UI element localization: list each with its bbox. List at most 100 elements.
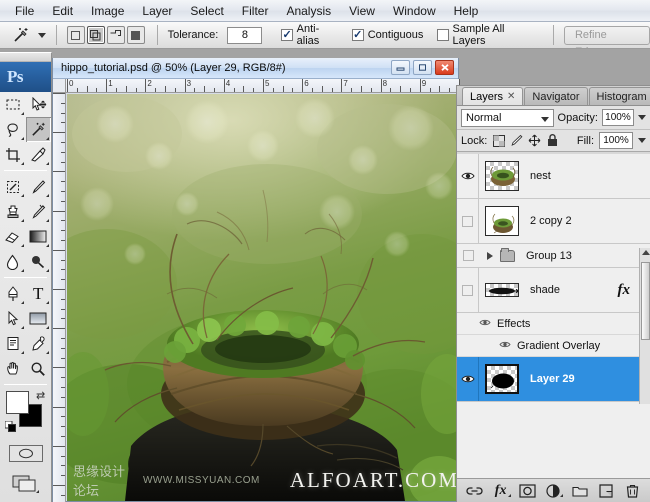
lock-transparent-pixels-icon[interactable] <box>492 134 505 147</box>
sample-all-layers-check-icon[interactable] <box>437 29 449 41</box>
new-selection-button[interactable] <box>66 26 85 44</box>
toolbox-grip[interactable] <box>0 53 51 62</box>
layer-thumbnail-nest[interactable] <box>485 161 519 191</box>
layer-visibility-toggle-layer-29[interactable] <box>457 357 479 401</box>
anti-alias-check-icon[interactable] <box>281 29 293 41</box>
layer-style-fx-icon[interactable]: fx <box>618 282 631 299</box>
quick-mask-icon[interactable] <box>8 445 43 462</box>
hand-tool[interactable] <box>0 356 26 381</box>
document-title-bar[interactable]: hippo_tutorial.psd @ 50% (Layer 29, RGB/… <box>53 58 458 79</box>
layer-thumbnail-2-copy-2[interactable] <box>485 206 519 236</box>
refine-edge-button[interactable]: Refine Edge... <box>563 25 650 58</box>
menu-item-filter[interactable]: Filter <box>233 2 278 20</box>
tolerance-input[interactable]: 8 <box>227 26 263 44</box>
magic-wand-icon[interactable] <box>8 24 34 46</box>
new-fill-adjustment-layer-button[interactable] <box>543 482 564 500</box>
horizontal-ruler[interactable]: 012345678910 <box>66 79 460 93</box>
history-brush-tool[interactable] <box>26 199 52 224</box>
menu-item-help[interactable]: Help <box>445 2 488 20</box>
anti-alias-checkbox[interactable]: Anti-alias <box>281 23 337 47</box>
eraser-tool[interactable] <box>0 224 26 249</box>
layer-visibility-toggle-group-13[interactable] <box>457 244 479 267</box>
menu-item-select[interactable]: Select <box>181 2 232 20</box>
menu-item-image[interactable]: Image <box>82 2 133 20</box>
close-button[interactable] <box>435 60 454 75</box>
layer-visibility-toggle-shade[interactable] <box>457 268 479 312</box>
dodge-tool[interactable] <box>26 249 52 274</box>
add-layer-mask-button[interactable] <box>517 482 537 500</box>
swap-colors-icon[interactable]: ⇄ <box>36 389 45 402</box>
table-row[interactable]: nest <box>457 154 650 199</box>
maximize-button[interactable] <box>413 60 432 75</box>
eye-off-icon[interactable] <box>462 215 473 227</box>
blend-mode-select[interactable]: Normal <box>461 108 554 127</box>
opacity-input[interactable]: 100% <box>601 109 634 126</box>
eye-icon[interactable] <box>460 169 475 183</box>
lock-all-icon[interactable] <box>546 134 559 147</box>
eye-off-icon[interactable] <box>462 250 474 261</box>
layer-effects-row[interactable]: Effects <box>457 313 650 335</box>
table-row[interactable]: shade fx <box>457 268 650 313</box>
default-colors-icon[interactable] <box>4 420 16 432</box>
gradient-tool[interactable] <box>26 224 52 249</box>
zoom-tool[interactable] <box>26 356 52 381</box>
layer-thumbnail-layer-29[interactable] <box>485 364 519 394</box>
fill-input[interactable]: 100% <box>599 132 633 149</box>
delete-layer-button[interactable] <box>623 482 643 500</box>
clone-stamp-tool[interactable] <box>0 199 26 224</box>
scrollbar-thumb[interactable] <box>641 262 650 340</box>
contiguous-checkbox[interactable]: Contiguous <box>351 29 423 41</box>
canvas-area[interactable]: 思缘设计论坛 WWW.MISSYUAN.COM ALFOART.COM <box>67 94 459 501</box>
layer-effect-row[interactable]: Gradient Overlay <box>457 335 650 357</box>
notes-tool[interactable] <box>0 331 26 356</box>
link-layers-button[interactable] <box>464 482 484 500</box>
menu-item-layer[interactable]: Layer <box>133 2 181 20</box>
eye-off-icon[interactable] <box>462 284 473 296</box>
lock-image-pixels-icon[interactable] <box>510 134 523 147</box>
add-layer-style-button[interactable]: fx <box>491 482 511 500</box>
menu-item-edit[interactable]: Edit <box>43 2 82 20</box>
table-row[interactable]: Group 13 <box>457 244 650 268</box>
path-selection-tool[interactable] <box>0 306 26 331</box>
opacity-slider-chevron-icon[interactable] <box>638 115 646 120</box>
tool-preset-chevron-icon[interactable] <box>37 32 46 38</box>
foreground-color-swatch[interactable] <box>6 391 29 414</box>
eye-icon[interactable] <box>460 372 475 386</box>
add-to-selection-button[interactable] <box>86 26 105 44</box>
eye-icon[interactable] <box>499 340 511 352</box>
chevron-down-icon[interactable] <box>540 116 549 122</box>
healing-brush-tool[interactable] <box>0 174 26 199</box>
eyedropper-tool[interactable] <box>26 331 52 356</box>
pen-tool[interactable] <box>0 281 26 306</box>
crop-tool[interactable] <box>0 142 26 167</box>
tab-histogram[interactable]: Histogram <box>588 87 650 105</box>
close-icon[interactable]: ✕ <box>507 88 515 106</box>
menu-item-analysis[interactable]: Analysis <box>277 2 340 20</box>
screen-mode-icon[interactable] <box>11 472 41 494</box>
contiguous-check-icon[interactable] <box>351 29 364 41</box>
sample-all-layers-checkbox[interactable]: Sample All Layers <box>437 23 533 47</box>
fill-slider-chevron-icon[interactable] <box>638 138 646 143</box>
rectangular-marquee-tool[interactable] <box>0 92 26 117</box>
scroll-up-icon[interactable] <box>642 250 650 255</box>
intersect-with-selection-button[interactable] <box>126 26 145 44</box>
menu-item-window[interactable]: Window <box>384 2 445 20</box>
move-tool[interactable] <box>26 92 52 117</box>
type-tool[interactable]: T <box>26 281 52 306</box>
subtract-from-selection-button[interactable] <box>106 26 125 44</box>
chevron-right-icon[interactable] <box>487 251 493 260</box>
tab-navigator[interactable]: Navigator <box>524 87 588 105</box>
menu-item-file[interactable]: File <box>6 2 43 20</box>
brush-tool[interactable] <box>26 174 52 199</box>
blur-tool[interactable] <box>0 249 26 274</box>
menu-item-view[interactable]: View <box>340 2 384 20</box>
lasso-tool[interactable] <box>0 117 26 142</box>
vertical-ruler[interactable] <box>53 93 66 502</box>
table-row[interactable]: 2 copy 2 <box>457 199 650 244</box>
new-group-button[interactable] <box>570 482 590 500</box>
layer-visibility-toggle-nest[interactable] <box>457 154 479 198</box>
eye-icon[interactable] <box>479 318 491 330</box>
slice-tool[interactable] <box>26 142 52 167</box>
minimize-button[interactable] <box>391 60 410 75</box>
tab-layers[interactable]: Layers ✕ <box>462 87 524 106</box>
